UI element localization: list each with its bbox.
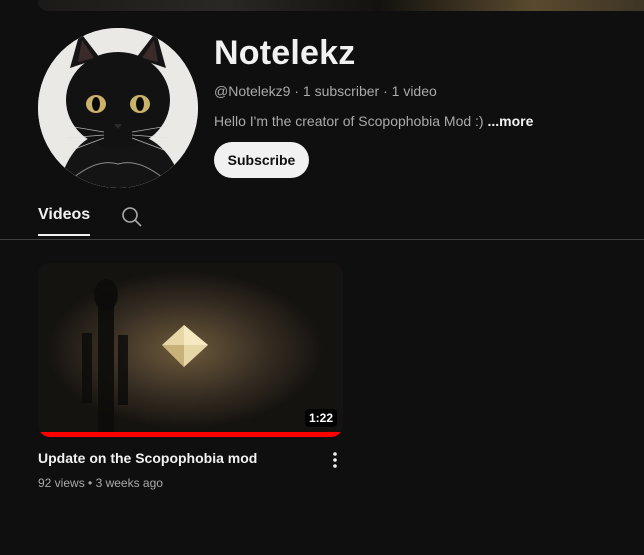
more-link[interactable]: ...more: [487, 113, 533, 129]
description-text: Hello I'm the creator of Scopophobia Mod…: [214, 113, 484, 129]
video-title[interactable]: Update on the Scopophobia mod: [38, 450, 257, 466]
video-thumbnail[interactable]: 1:22: [38, 263, 343, 437]
search-icon[interactable]: [121, 206, 143, 228]
channel-avatar[interactable]: [38, 28, 198, 188]
upload-age: 3 weeks ago: [95, 476, 163, 490]
subscriber-count: 1 subscriber: [302, 83, 380, 99]
view-count: 92 views: [38, 476, 85, 490]
video-count: 1 video: [391, 83, 437, 99]
watch-progress-bar: [38, 432, 343, 437]
meta-separator: •: [88, 476, 96, 490]
channel-handle: @Notelekz9: [214, 83, 291, 99]
video-meta: 92 views • 3 weeks ago: [38, 476, 163, 490]
tab-videos[interactable]: Videos: [38, 206, 91, 236]
channel-meta: @Notelekz9 · 1 subscriber · 1 video: [214, 83, 437, 99]
video-duration: 1:22: [304, 409, 337, 427]
meta-separator: ·: [294, 83, 303, 99]
black-cat-image: [38, 28, 198, 188]
channel-description[interactable]: Hello I'm the creator of Scopophobia Mod…: [214, 113, 533, 129]
tabs-divider: [0, 239, 644, 240]
more-vert-icon[interactable]: [325, 450, 345, 470]
channel-name: Notelekz: [214, 34, 356, 72]
channel-banner: [38, 0, 644, 11]
subscribe-button[interactable]: Subscribe: [214, 142, 309, 178]
thumbnail-image: [38, 263, 343, 437]
meta-separator: ·: [383, 83, 392, 99]
